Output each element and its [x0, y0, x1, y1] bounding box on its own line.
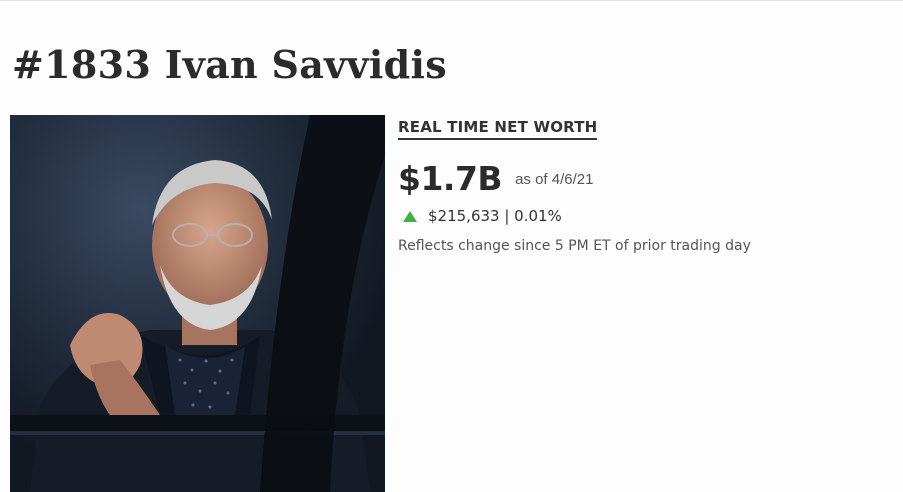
net-worth-note: Reflects change since 5 PM ET of prior t…	[398, 238, 751, 254]
net-worth-value-row: $1.7B as of 4/6/21	[398, 159, 878, 198]
net-worth-date: as of 4/6/21	[515, 171, 594, 188]
net-worth-heading[interactable]: REAL TIME NET WORTH	[398, 118, 598, 140]
triangle-up-icon	[403, 210, 417, 222]
page-title: #1833 Ivan Savvidis	[12, 42, 447, 87]
top-divider	[0, 0, 903, 1]
profile-photo	[10, 115, 385, 492]
net-worth-value: $1.7B	[398, 159, 503, 198]
net-worth-change: $215,633 | 0.01%	[428, 207, 562, 225]
net-worth-change-row: $215,633 | 0.01%	[398, 207, 878, 225]
net-worth-panel: REAL TIME NET WORTH $1.7B as of 4/6/21 $…	[398, 118, 878, 254]
